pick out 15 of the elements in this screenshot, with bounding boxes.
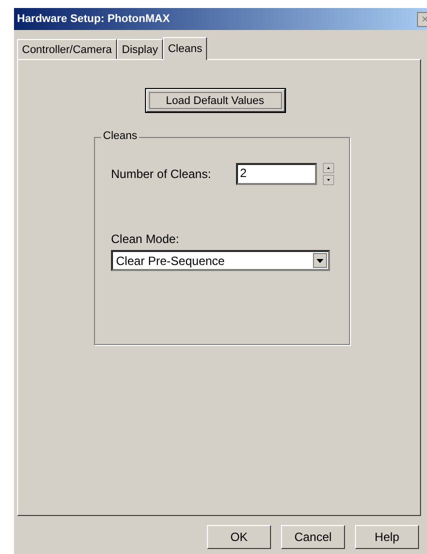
number-field[interactable]: 2	[236, 163, 317, 185]
tab[interactable]: Controller/Camera	[17, 39, 117, 59]
tab[interactable]: Cleans	[162, 37, 208, 60]
window-title: Hardware Setup: PhotonMAX	[17, 13, 170, 25]
load-defaults-button[interactable]: Load Default Values	[146, 89, 284, 112]
field-label: Clean Mode:	[111, 232, 180, 246]
dialog-button[interactable]: Help	[355, 525, 419, 549]
spin-down-icon[interactable]	[323, 175, 334, 185]
mode-dropdown[interactable]: Clear Pre-Sequence	[111, 250, 330, 271]
spin-up-icon[interactable]	[323, 163, 334, 173]
dialog-button[interactable]: Cancel	[281, 525, 345, 549]
group-title: Cleans	[101, 130, 140, 142]
dialog-button[interactable]: OK	[207, 525, 271, 549]
tab[interactable]: Display	[116, 39, 163, 59]
field-label: Number of Cleans:	[111, 167, 212, 181]
